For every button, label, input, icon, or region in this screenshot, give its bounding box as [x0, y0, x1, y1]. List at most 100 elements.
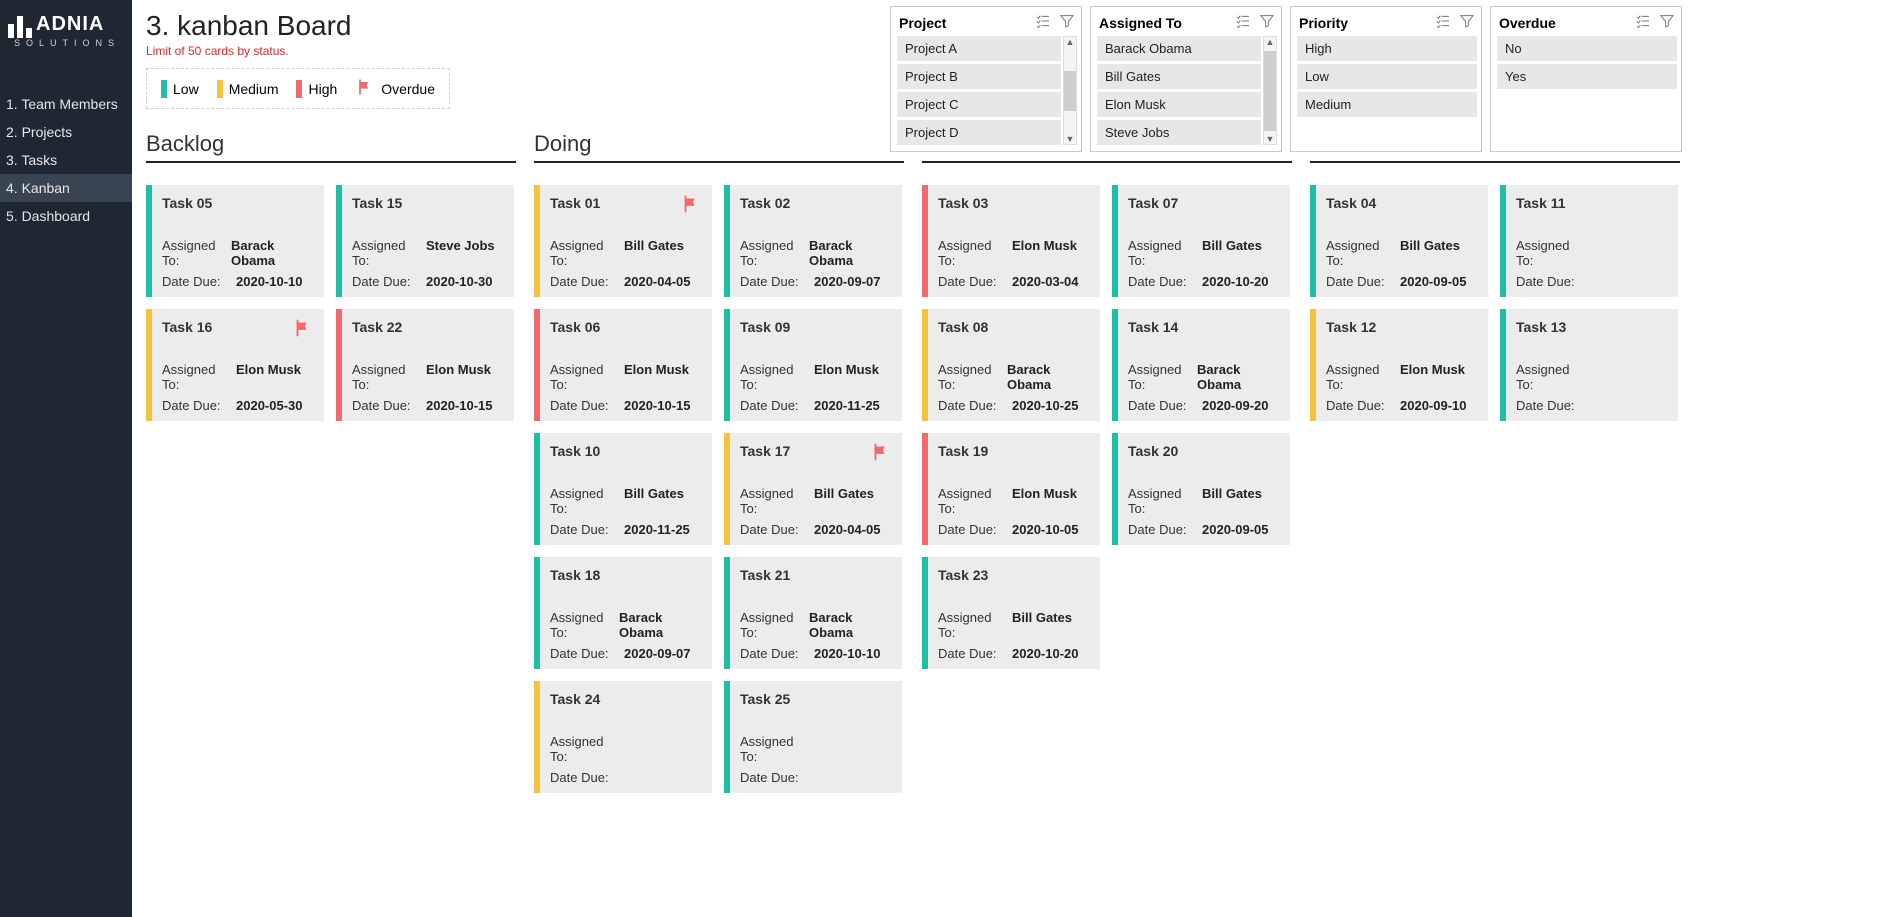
task-card[interactable]: Task 22Assigned To:Elon MuskDate Due:202… — [336, 309, 514, 421]
assigned-value: Elon Musk — [814, 362, 879, 392]
task-card[interactable]: Task 16Assigned To:Elon MuskDate Due:202… — [146, 309, 324, 421]
assigned-label: Assigned To: — [1326, 362, 1400, 392]
due-label: Date Due: — [162, 398, 236, 413]
assigned-value: Elon Musk — [624, 362, 689, 392]
logo-icon — [8, 10, 32, 38]
task-card[interactable]: Task 20Assigned To:Bill GatesDate Due:20… — [1112, 433, 1290, 545]
task-card[interactable]: Task 17Assigned To:Bill GatesDate Due:20… — [724, 433, 902, 545]
due-label: Date Due: — [550, 770, 624, 785]
filter-project-option[interactable]: Project D — [897, 120, 1061, 145]
multi-select-icon[interactable] — [1035, 13, 1051, 32]
task-card[interactable]: Task 05Assigned To:Barack ObamaDate Due:… — [146, 185, 324, 297]
assigned-value: Bill Gates — [1012, 610, 1072, 640]
due-value: 2020-04-05 — [624, 274, 691, 289]
due-label: Date Due: — [938, 646, 1012, 661]
filter-icon[interactable] — [1059, 13, 1075, 32]
task-card[interactable]: Task 23Assigned To:Bill GatesDate Due:20… — [922, 557, 1100, 669]
task-card[interactable]: Task 14Assigned To:Barack ObamaDate Due:… — [1112, 309, 1290, 421]
task-card[interactable]: Task 03Assigned To:Elon MuskDate Due:202… — [922, 185, 1100, 297]
task-card[interactable]: Task 02Assigned To:Barack ObamaDate Due:… — [724, 185, 902, 297]
assigned-value: Barack Obama — [809, 238, 894, 268]
task-card[interactable]: Task 18Assigned To:Barack ObamaDate Due:… — [534, 557, 712, 669]
kanban-board: BacklogTask 05Assigned To:Barack ObamaDa… — [146, 131, 1873, 793]
nav-item-2[interactable]: 3. Tasks — [0, 146, 132, 174]
column-title: Doing — [534, 131, 904, 163]
due-label: Date Due: — [740, 398, 814, 413]
task-card[interactable]: Task 11Assigned To:Date Due: — [1500, 185, 1678, 297]
task-name: Task 18 — [550, 567, 704, 583]
nav-item-4[interactable]: 5. Dashboard — [0, 202, 132, 230]
nav-item-3[interactable]: 4. Kanban — [0, 174, 132, 202]
task-card[interactable]: Task 21Assigned To:Barack ObamaDate Due:… — [724, 557, 902, 669]
task-name: Task 23 — [938, 567, 1092, 583]
due-value: 2020-05-30 — [236, 398, 303, 413]
cards-container: Task 01Assigned To:Bill GatesDate Due:20… — [534, 185, 904, 793]
due-value: 2020-10-30 — [426, 274, 493, 289]
filter-assigned-option[interactable]: Elon Musk — [1097, 92, 1261, 117]
assigned-value: Bill Gates — [1202, 238, 1262, 268]
task-card[interactable]: Task 24Assigned To:Date Due: — [534, 681, 712, 793]
assigned-label: Assigned To: — [938, 362, 1007, 392]
filter-project-option[interactable]: Project C — [897, 92, 1061, 117]
filter-priority-option[interactable]: High — [1297, 36, 1477, 61]
filter-assigned-option[interactable]: Steve Jobs — [1097, 120, 1261, 145]
multi-select-icon[interactable] — [1235, 13, 1251, 32]
task-card[interactable]: Task 19Assigned To:Elon MuskDate Due:202… — [922, 433, 1100, 545]
assigned-label: Assigned To: — [1128, 238, 1202, 268]
legend-overdue: Overdue — [355, 77, 435, 100]
task-name: Task 21 — [740, 567, 894, 583]
sidebar: ADNIA SOLUTIONS 1. Team Members2. Projec… — [0, 0, 132, 917]
filter-priority-option[interactable]: Low — [1297, 64, 1477, 89]
filter-icon[interactable] — [1459, 13, 1475, 32]
task-card[interactable]: Task 10Assigned To:Bill GatesDate Due:20… — [534, 433, 712, 545]
task-name: Task 20 — [1128, 443, 1282, 459]
due-label: Date Due: — [550, 398, 624, 413]
filter-overdue-option[interactable]: Yes — [1497, 64, 1677, 89]
assigned-value: Barack Obama — [619, 610, 704, 640]
nav-item-0[interactable]: 1. Team Members — [0, 90, 132, 118]
filter-priority-option[interactable]: Medium — [1297, 92, 1477, 117]
filter-project-option[interactable]: Project B — [897, 64, 1061, 89]
task-card[interactable]: Task 07Assigned To:Bill GatesDate Due:20… — [1112, 185, 1290, 297]
task-card[interactable]: Task 01Assigned To:Bill GatesDate Due:20… — [534, 185, 712, 297]
due-value: 2020-10-15 — [426, 398, 493, 413]
multi-select-icon[interactable] — [1635, 13, 1651, 32]
assigned-label: Assigned To: — [740, 238, 809, 268]
overdue-flag-icon — [870, 441, 892, 469]
due-value: 2020-09-05 — [1202, 522, 1269, 537]
legend-overdue-label: Overdue — [381, 81, 435, 97]
task-card[interactable]: Task 09Assigned To:Elon MuskDate Due:202… — [724, 309, 902, 421]
task-card[interactable]: Task 04Assigned To:Bill GatesDate Due:20… — [1310, 185, 1488, 297]
scrollbar[interactable]: ▲▼ — [1263, 36, 1277, 145]
due-label: Date Due: — [1516, 274, 1590, 289]
filter-assigned-option[interactable]: Barack Obama — [1097, 36, 1261, 61]
column-done: DoneTask 03Assigned To:Elon MuskDate Due… — [922, 131, 1292, 793]
filter-assigned: Assigned To Barack ObamaBill GatesElon M… — [1090, 6, 1282, 152]
filter-priority-title: Priority — [1299, 15, 1348, 31]
assigned-label: Assigned To: — [938, 610, 1012, 640]
due-label: Date Due: — [938, 398, 1012, 413]
due-value: 2020-10-15 — [624, 398, 691, 413]
column-doing: Doing Task 01Assigned To:Bill GatesDate D… — [534, 131, 904, 793]
filter-icon[interactable] — [1259, 13, 1275, 32]
task-card[interactable]: Task 08Assigned To:Barack ObamaDate Due:… — [922, 309, 1100, 421]
assigned-value: Barack Obama — [231, 238, 316, 268]
task-card[interactable]: Task 13Assigned To:Date Due: — [1500, 309, 1678, 421]
filter-icon[interactable] — [1659, 13, 1675, 32]
assigned-label: Assigned To: — [550, 486, 624, 516]
assigned-label: Assigned To: — [352, 238, 426, 268]
filter-project-option[interactable]: Project A — [897, 36, 1061, 61]
task-card[interactable]: Task 12Assigned To:Elon MuskDate Due:202… — [1310, 309, 1488, 421]
assigned-value: Bill Gates — [624, 486, 684, 516]
multi-select-icon[interactable] — [1435, 13, 1451, 32]
nav-item-1[interactable]: 2. Projects — [0, 118, 132, 146]
filter-overdue-option[interactable]: No — [1497, 36, 1677, 61]
due-value: 2020-09-05 — [1400, 274, 1467, 289]
task-card[interactable]: Task 15Assigned To:Steve JobsDate Due:20… — [336, 185, 514, 297]
task-card[interactable]: Task 25Assigned To:Date Due: — [724, 681, 902, 793]
legend-low-label: Low — [173, 81, 199, 97]
assigned-value: Barack Obama — [1007, 362, 1092, 392]
scrollbar[interactable]: ▲▼ — [1063, 36, 1077, 145]
task-card[interactable]: Task 06Assigned To:Elon MuskDate Due:202… — [534, 309, 712, 421]
filter-assigned-option[interactable]: Bill Gates — [1097, 64, 1261, 89]
